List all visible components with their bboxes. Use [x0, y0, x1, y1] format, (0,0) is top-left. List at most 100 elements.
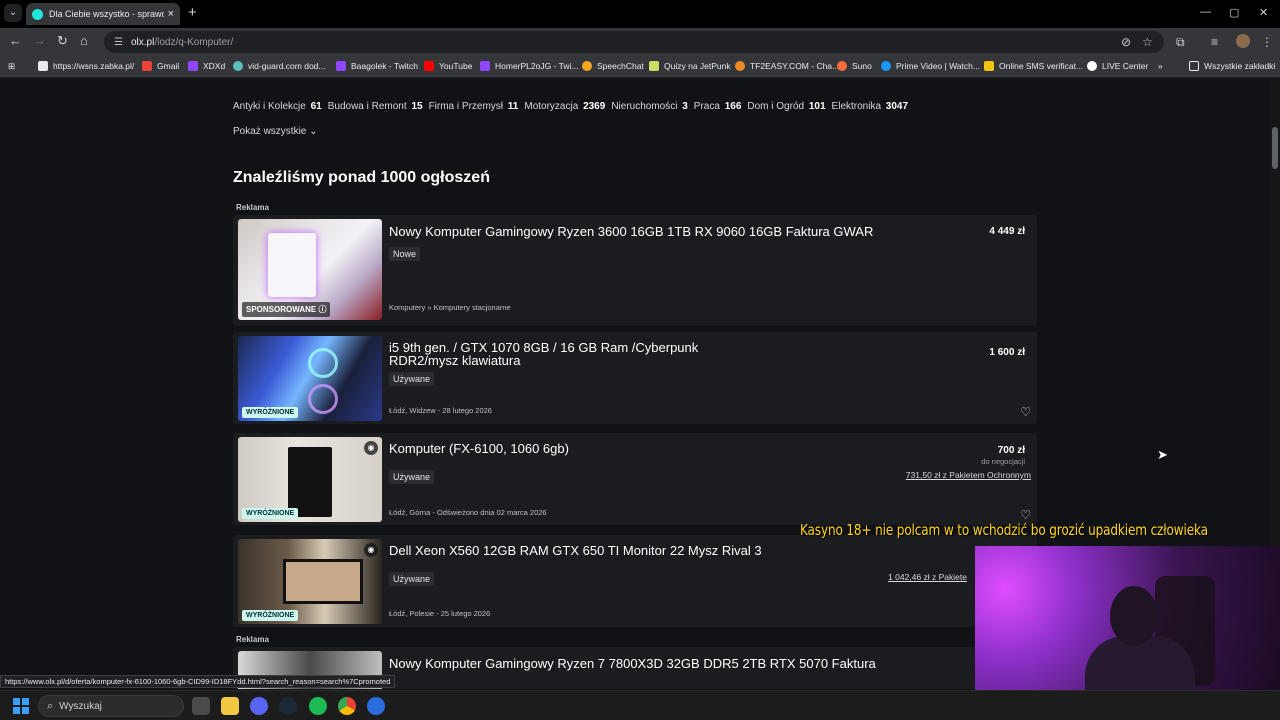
- bookmark-label: Prime Video | Watch...: [896, 61, 980, 71]
- favorite-heart-icon[interactable]: ♡: [1020, 405, 1031, 419]
- listing-meta: Łódź, Górna - Odświeżono dnia 02 marca 2…: [389, 508, 547, 517]
- listing-title[interactable]: Komputer (FX-6100, 1060 6gb): [389, 442, 909, 455]
- bookmark-label: SpeechChat: [597, 61, 644, 71]
- listing-title[interactable]: Nowy Komputer Gamingowy Ryzen 7 7800X3D …: [389, 657, 1009, 670]
- bookmark-gmail[interactable]: Gmail: [142, 61, 179, 71]
- listing-card[interactable]: SPONSOROWANE ⓘ Nowy Komputer Gamingowy R…: [233, 215, 1037, 326]
- home-icon[interactable]: ⌂: [80, 33, 88, 48]
- sponsored-badge: SPONSOROWANE ⓘ: [242, 302, 331, 317]
- bookmark-xdxd[interactable]: XDXd: [188, 61, 225, 71]
- listing-thumbnail[interactable]: WYRÓŻNIONE: [238, 336, 382, 421]
- bookmark-label: Baagolek - Twitch: [351, 61, 418, 71]
- extensions-icon[interactable]: ⧉: [1176, 35, 1185, 50]
- listing-title[interactable]: Dell Xeon X560 12GB RAM GTX 650 TI Monit…: [389, 544, 909, 557]
- bookmark-vidguard[interactable]: vid-guard.com dod...: [233, 61, 325, 71]
- bookmark-baagolek[interactable]: Baagolek - Twitch: [336, 61, 418, 71]
- pc-case-image: [268, 233, 316, 297]
- maximize-icon[interactable]: ▢: [1229, 6, 1239, 19]
- protection-package-link[interactable]: 1 042,46 zł z Pakiete: [888, 572, 967, 582]
- twitch-icon: [336, 61, 346, 71]
- media-controls-icon[interactable]: ≡: [1211, 35, 1218, 49]
- listing-thumbnail[interactable]: SPONSOROWANE ⓘ: [238, 219, 382, 320]
- category-link[interactable]: Antyki i Kolekcje 61: [233, 101, 322, 112]
- bookmark-prime-video[interactable]: Prime Video | Watch...: [881, 61, 980, 71]
- menu-dots-icon[interactable]: ⋮: [1261, 35, 1273, 49]
- show-all-categories-button[interactable]: Pokaż wszystkie ⌄: [233, 126, 318, 137]
- bookmark-youtube[interactable]: YouTube: [424, 61, 472, 71]
- ad-label: Reklama: [236, 203, 269, 212]
- search-placeholder: Wyszukaj: [59, 700, 102, 712]
- apps-grid-icon[interactable]: ⊞: [8, 61, 15, 72]
- url-path: /lodz/q-Komputer/: [154, 36, 234, 48]
- listing-thumbnail[interactable]: ◉ WYRÓŻNIONE: [238, 437, 382, 522]
- category-link[interactable]: Nieruchomości 3: [611, 101, 687, 112]
- reload-icon[interactable]: ↻: [57, 33, 68, 49]
- browser-tab-olx[interactable]: Dla Ciebie wszystko - sprawdź og ×: [26, 3, 180, 25]
- bookmark-homer[interactable]: HomerPL2oJG - Twi...: [480, 61, 578, 71]
- bookmark-label: https://wsns.zabka.pl/: [53, 61, 135, 71]
- youtube-icon: [424, 61, 434, 71]
- spotify-icon[interactable]: [309, 697, 327, 715]
- featured-badge: WYRÓŻNIONE: [242, 508, 299, 519]
- app-icon[interactable]: [367, 697, 385, 715]
- listing-price: 4 449 zł: [989, 226, 1025, 237]
- bookmarks-overflow-chevron-icon[interactable]: »: [1158, 61, 1163, 71]
- tab-search-chevron-icon[interactable]: ⌄: [4, 4, 22, 22]
- forward-arrow-icon[interactable]: →: [33, 33, 46, 48]
- file-explorer-icon[interactable]: [221, 697, 239, 715]
- steam-icon[interactable]: [279, 697, 297, 715]
- bookmark-jetpunk[interactable]: Quizy na JetPunk: [649, 61, 731, 71]
- category-link[interactable]: Firma i Przemysł 11: [429, 101, 519, 112]
- webcam-overlay: [975, 546, 1280, 690]
- category-link[interactable]: Dom i Ogród 101: [747, 101, 825, 112]
- listing-card[interactable]: ◉ WYRÓŻNIONE Komputer (FX-6100, 1060 6gb…: [233, 433, 1037, 525]
- show-all-label: Pokaż wszystkie: [233, 126, 307, 137]
- bookmark-tf2easy[interactable]: TF2EASY.COM - Cha...: [735, 61, 839, 71]
- tracking-off-eye-icon[interactable]: ⊘: [1121, 35, 1131, 49]
- back-arrow-icon[interactable]: ←: [9, 33, 22, 48]
- listing-card[interactable]: WYRÓŻNIONE i5 9th gen. / GTX 1070 8GB / …: [233, 332, 1037, 424]
- chrome-icon[interactable]: [338, 697, 356, 715]
- bookmark-speechchat[interactable]: SpeechChat: [582, 61, 644, 71]
- bookmarks-bar: ⊞ https://wsns.zabka.pl/ Gmail XDXd vid-…: [0, 56, 1280, 78]
- bookmark-zabka[interactable]: https://wsns.zabka.pl/: [38, 61, 134, 71]
- bookmark-sms[interactable]: Online SMS verificat...: [984, 61, 1083, 71]
- listing-card[interactable]: ◉ WYRÓŻNIONE Dell Xeon X560 12GB RAM GTX…: [233, 535, 1037, 627]
- bookmark-suno[interactable]: Suno: [837, 61, 872, 71]
- listing-thumbnail[interactable]: ◉ WYRÓŻNIONE: [238, 539, 382, 624]
- new-tab-button[interactable]: +: [188, 4, 197, 21]
- pc-case-image: [288, 447, 332, 517]
- task-view-icon[interactable]: [192, 697, 210, 715]
- vidguard-icon: [233, 61, 243, 71]
- featured-badge: WYRÓŻNIONE: [242, 610, 299, 621]
- category-link[interactable]: Praca 166: [694, 101, 742, 112]
- listing-title[interactable]: Nowy Komputer Gamingowy Ryzen 3600 16GB …: [389, 225, 909, 238]
- listing-title[interactable]: i5 9th gen. / GTX 1070 8GB / 16 GB Ram /…: [389, 341, 769, 367]
- chevron-down-icon: ⌄: [309, 126, 318, 137]
- address-bar[interactable]: ☰ olx.pl/lodz/q-Komputer/: [104, 31, 1164, 53]
- bookmark-live-center[interactable]: LIVE Center: [1087, 61, 1148, 71]
- windows-start-icon[interactable]: [13, 698, 29, 714]
- windows-taskbar: ⌕ Wyszukaj: [0, 690, 1280, 720]
- page-scrollbar-thumb[interactable]: [1272, 127, 1278, 169]
- all-bookmarks-folder[interactable]: Wszystkie zakładki: [1189, 61, 1275, 71]
- olx-favicon-icon: [32, 8, 43, 20]
- listing-meta: Łódź, Polesie - 25 lutego 2026: [389, 609, 491, 618]
- discord-icon[interactable]: [250, 697, 268, 715]
- condition-badge: Używane: [389, 572, 435, 586]
- profile-avatar[interactable]: [1236, 34, 1250, 48]
- bookmark-star-icon[interactable]: ☆: [1142, 35, 1153, 49]
- favorite-heart-icon[interactable]: ♡: [1020, 508, 1031, 522]
- monitor-image: [283, 559, 363, 604]
- close-window-icon[interactable]: ✕: [1259, 6, 1268, 19]
- listing-meta: Komputery » Komputery stacjonarne: [389, 303, 511, 312]
- minimize-icon[interactable]: —: [1200, 6, 1211, 18]
- tab-close-icon[interactable]: ×: [168, 8, 174, 20]
- category-link[interactable]: Motoryzacja 2369: [524, 101, 605, 112]
- taskbar-search-box[interactable]: ⌕ Wyszukaj: [38, 695, 184, 717]
- category-link[interactable]: Elektronika 3047: [832, 101, 909, 112]
- category-link[interactable]: Budowa i Remont 15: [328, 101, 423, 112]
- site-info-icon[interactable]: ☰: [114, 37, 123, 48]
- bookmark-label: TF2EASY.COM - Cha...: [750, 61, 840, 71]
- protection-package-link[interactable]: 731,50 zł z Pakietem Ochronnym: [906, 470, 1031, 480]
